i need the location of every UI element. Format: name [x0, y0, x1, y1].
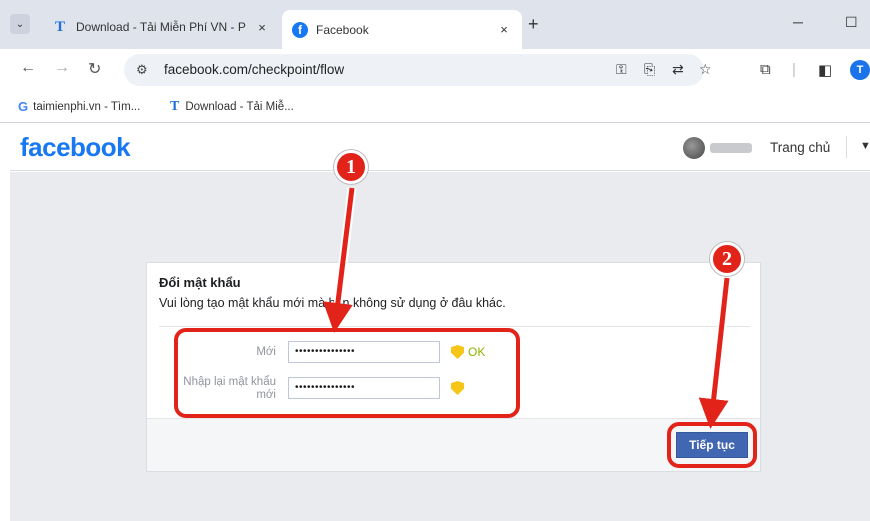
step-2-badge: 2 [710, 242, 744, 276]
step-1-badge: 1 [334, 150, 368, 184]
